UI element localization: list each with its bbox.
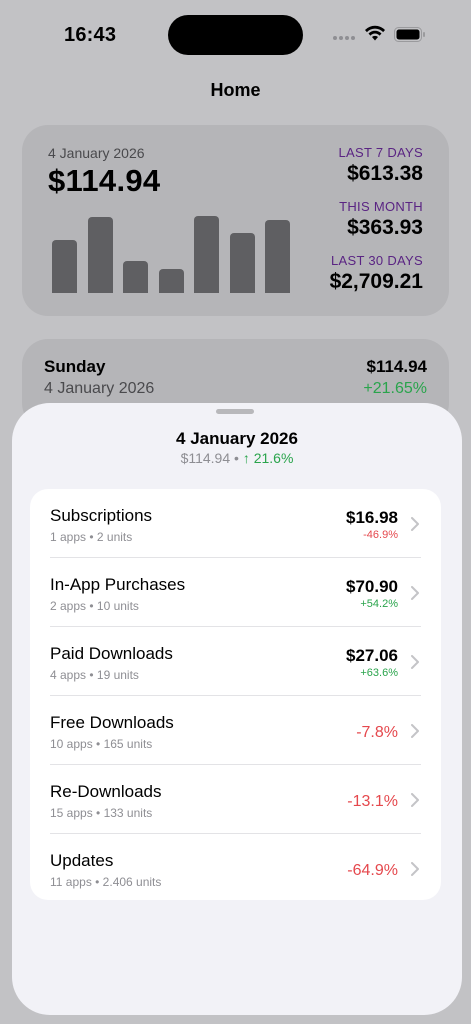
stat-this-month: THIS MONTH $363.93 bbox=[339, 199, 423, 240]
stat-value: $363.93 bbox=[347, 216, 423, 239]
list-item-in-app-purchases[interactable]: In-App Purchases 2 apps • 10 units $70.9… bbox=[30, 558, 441, 627]
row-change: -13.1% bbox=[347, 793, 398, 810]
sheet-subtitle-amount: $114.94 bbox=[180, 450, 231, 466]
row-change: +63.6% bbox=[360, 667, 398, 679]
row-meta: 11 apps • 2.406 units bbox=[50, 875, 162, 889]
stat-label: LAST 7 DAYS bbox=[338, 145, 423, 160]
row-meta: 15 apps • 133 units bbox=[50, 806, 153, 820]
chevron-right-icon bbox=[411, 655, 419, 669]
sheet-subtitle-separator: • bbox=[234, 450, 239, 466]
chart-bar bbox=[229, 233, 255, 293]
chart-bar bbox=[123, 261, 148, 293]
row-meta: 10 apps • 165 units bbox=[50, 737, 153, 751]
chart-bar bbox=[265, 220, 290, 293]
category-list: Subscriptions 1 apps • 2 units $16.98 -4… bbox=[30, 489, 441, 900]
row-title: Paid Downloads bbox=[50, 644, 173, 663]
day-change: +21.65% bbox=[363, 380, 427, 397]
list-item-subscriptions[interactable]: Subscriptions 1 apps • 2 units $16.98 -4… bbox=[30, 489, 441, 558]
status-bar: 16:43 bbox=[0, 0, 471, 70]
row-amount: $70.90 bbox=[346, 577, 398, 596]
summary-date: 4 January 2026 bbox=[48, 145, 145, 161]
day-amount: $114.94 bbox=[366, 357, 427, 376]
day-date: 4 January 2026 bbox=[44, 380, 155, 397]
chart-bar bbox=[158, 269, 184, 293]
revenue-summary-card[interactable]: 4 January 2026 $114.94 LAST 7 DAYS $613.… bbox=[22, 125, 449, 316]
row-meta: 2 apps • 10 units bbox=[50, 599, 139, 613]
page-title: Home bbox=[210, 80, 261, 100]
row-change: -46.9% bbox=[363, 529, 398, 541]
row-title: In-App Purchases bbox=[50, 575, 186, 594]
row-change: -7.8% bbox=[356, 724, 398, 741]
list-item-paid-downloads[interactable]: Paid Downloads 4 apps • 19 units $27.06 … bbox=[30, 627, 441, 696]
status-time: 16:43 bbox=[64, 24, 117, 46]
stat-value: $613.38 bbox=[347, 162, 423, 185]
row-title: Re-Downloads bbox=[50, 782, 162, 801]
stat-last-7-days: LAST 7 DAYS $613.38 bbox=[339, 145, 423, 186]
chevron-right-icon bbox=[411, 517, 419, 531]
row-title: Free Downloads bbox=[50, 713, 174, 732]
row-meta: 4 apps • 19 units bbox=[50, 668, 139, 682]
day-detail-sheet: 4 January 2026 $114.94 • ↑ 21.6% Subscri… bbox=[12, 403, 462, 1015]
day-name: Sunday bbox=[44, 357, 106, 376]
chart-bar bbox=[52, 240, 77, 293]
row-title: Updates bbox=[50, 851, 114, 870]
chevron-right-icon bbox=[411, 586, 419, 600]
list-item-re-downloads[interactable]: Re-Downloads 15 apps • 133 units -13.1% bbox=[30, 765, 441, 834]
sheet-grabber[interactable] bbox=[216, 409, 254, 414]
stat-value: $2,709.21 bbox=[329, 270, 423, 293]
sheet-title: 4 January 2026 bbox=[176, 429, 298, 448]
weekly-bar-chart bbox=[52, 207, 294, 293]
stat-label: THIS MONTH bbox=[339, 199, 423, 214]
row-amount: $27.06 bbox=[346, 646, 398, 665]
battery-icon bbox=[394, 27, 425, 42]
row-meta: 1 apps • 2 units bbox=[50, 530, 133, 544]
stat-label: LAST 30 DAYS bbox=[331, 253, 423, 268]
sheet-subtitle: $114.94 • ↑ 21.6% bbox=[12, 450, 462, 466]
sheet-subtitle-change: ↑ 21.6% bbox=[242, 450, 294, 466]
row-title: Subscriptions bbox=[50, 506, 153, 525]
chart-bar bbox=[87, 217, 113, 293]
summary-amount: $114.94 bbox=[48, 163, 161, 198]
row-amount: $16.98 bbox=[346, 508, 398, 527]
chevron-right-icon bbox=[411, 793, 419, 807]
chevron-right-icon bbox=[411, 862, 419, 876]
chevron-right-icon bbox=[411, 724, 419, 738]
list-item-updates[interactable]: Updates 11 apps • 2.406 units -64.9% bbox=[30, 834, 441, 903]
cellular-signal-icon bbox=[333, 36, 357, 41]
stat-last-30-days: LAST 30 DAYS $2,709.21 bbox=[330, 253, 423, 294]
list-item-free-downloads[interactable]: Free Downloads 10 apps • 165 units -7.8% bbox=[30, 696, 441, 765]
chart-bar bbox=[194, 216, 219, 293]
row-change: -64.9% bbox=[347, 862, 398, 879]
wifi-icon bbox=[365, 25, 385, 41]
row-change: +54.2% bbox=[360, 598, 398, 610]
dynamic-island bbox=[168, 15, 303, 55]
